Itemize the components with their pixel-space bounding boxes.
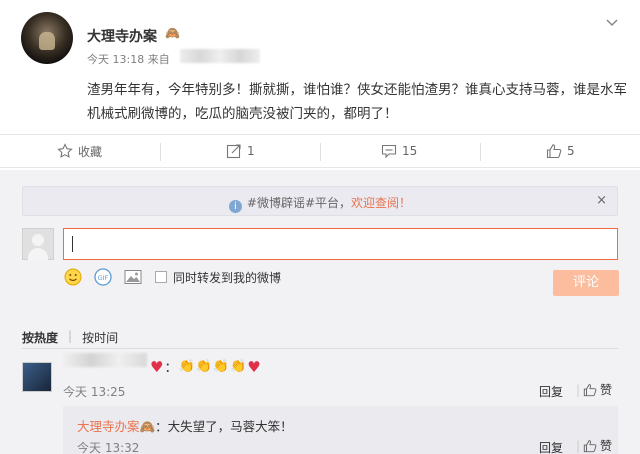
- sub-reply-text: ：大失望了，马蓉大笨！: [155, 419, 293, 434]
- colon: ：: [164, 361, 178, 376]
- notice-prefix[interactable]: #微博辟谣#平台，: [247, 196, 351, 210]
- forward-icon: [226, 144, 241, 159]
- comment-button[interactable]: 15: [381, 135, 417, 167]
- comment-input[interactable]: [63, 228, 618, 260]
- emoji-icon[interactable]: [63, 267, 83, 287]
- sub-reply-author[interactable]: 大理寺办案: [77, 419, 140, 434]
- action-bar: 收藏 1 15 5: [0, 134, 640, 168]
- like-label: 赞: [600, 383, 613, 397]
- collect-label: 收藏: [78, 144, 103, 159]
- commenter-name-blurred[interactable]: [63, 353, 147, 367]
- comments-panel: i #微博辟谣#平台，欢迎查阅！ × GIF 同时转发到我的微博 评论 按热度 |…: [0, 170, 640, 454]
- clap-icon: 👏: [195, 359, 212, 374]
- like-button[interactable]: 5: [546, 135, 575, 167]
- reply-button[interactable]: 回复: [539, 383, 563, 400]
- heart-icon: ♥: [150, 357, 164, 376]
- composer-tools: GIF 同时转发到我的微博: [63, 266, 281, 288]
- clap-icon: 👏: [230, 359, 247, 374]
- my-avatar: [22, 228, 54, 260]
- sub-reply-time: 今天 13:32: [77, 441, 140, 454]
- forward-count: 1: [247, 144, 255, 158]
- divider: [22, 348, 618, 349]
- image-icon[interactable]: [123, 267, 143, 287]
- notice-link[interactable]: 欢迎查阅！: [351, 196, 411, 210]
- comment-body: ♥ ： 👏 👏 👏 👏 ♥: [150, 357, 261, 377]
- comment-count: 15: [402, 144, 418, 158]
- thumbs-up-icon: [546, 144, 562, 159]
- divider: |: [576, 382, 581, 397]
- author-name[interactable]: 大理寺办案: [87, 26, 157, 46]
- post-time: 今天 13:18 来自: [87, 53, 170, 66]
- member-badge-icon: 🙈: [165, 26, 180, 40]
- weibo-post: 大理寺办案 🙈 今天 13:18 来自 渣男年年有，今年特别多！撕就撕，谁怕谁？…: [0, 0, 640, 134]
- divider: [480, 143, 481, 161]
- submit-comment-button[interactable]: 评论: [553, 270, 619, 296]
- member-badge-icon: 🙈: [139, 419, 156, 434]
- tab-sort-time[interactable]: 按时间: [82, 329, 118, 346]
- divider: [160, 143, 161, 161]
- sort-tabs: 按热度 | 按时间: [22, 329, 118, 346]
- thumbs-up-icon: [583, 383, 597, 396]
- thumbs-up-icon: [583, 439, 597, 452]
- post-source-blurred: [180, 49, 260, 63]
- notice-text: i #微博辟谣#平台，欢迎查阅！: [23, 194, 617, 213]
- clap-icon: 👏: [178, 359, 195, 374]
- sub-reply-like-button[interactable]: | 赞: [576, 437, 612, 454]
- text-cursor: [72, 236, 73, 252]
- divider: [320, 143, 321, 161]
- divider: |: [576, 438, 581, 453]
- sort-divider: |: [68, 329, 73, 343]
- gif-icon[interactable]: GIF: [93, 267, 113, 287]
- sub-reply-line: 大理寺办案🙈：大失望了，马蓉大笨！: [77, 416, 293, 435]
- commenter-avatar[interactable]: [22, 362, 52, 392]
- svg-text:GIF: GIF: [98, 274, 109, 282]
- clap-icon: 👏: [212, 359, 230, 374]
- heart-icon: ♥: [247, 357, 261, 376]
- star-icon: [57, 143, 73, 158]
- comment-time: 今天 13:25: [63, 385, 126, 399]
- comment-like-button[interactable]: | 赞: [576, 381, 612, 398]
- comment-icon: [381, 144, 397, 159]
- forward-checkbox[interactable]: [155, 271, 167, 283]
- forward-button[interactable]: 1: [226, 135, 255, 167]
- forward-checkbox-label: 同时转发到我的微博: [173, 270, 282, 285]
- tab-sort-hot[interactable]: 按热度: [22, 329, 58, 346]
- reply-button[interactable]: 回复: [539, 439, 563, 454]
- like-count: 5: [567, 144, 575, 158]
- like-label: 赞: [600, 439, 613, 453]
- close-icon[interactable]: ×: [596, 193, 607, 208]
- rumor-notice-banner: i #微博辟谣#平台，欢迎查阅！ ×: [22, 186, 618, 216]
- chevron-down-icon[interactable]: [606, 16, 618, 30]
- post-content: 渣男年年有，今年特别多！撕就撕，谁怕谁？侠女还能怕渣男？谁真心支持马蓉，谁是水军…: [87, 82, 627, 122]
- info-icon: i: [228, 200, 242, 213]
- author-avatar[interactable]: [21, 12, 73, 64]
- collect-button[interactable]: 收藏: [57, 135, 102, 167]
- sub-reply: 大理寺办案🙈：大失望了，马蓉大笨！ 今天 13:32 回复 | 赞: [63, 406, 618, 454]
